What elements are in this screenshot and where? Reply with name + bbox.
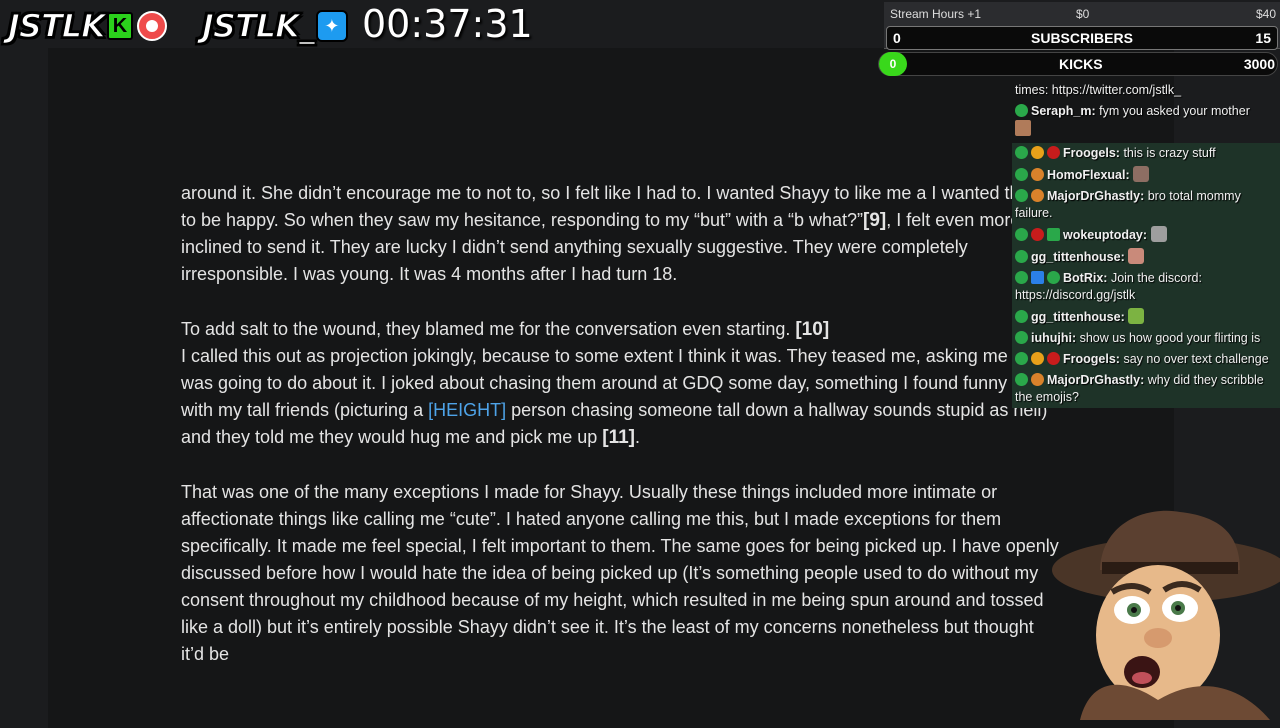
chat-message: MajorDrGhastly: bro total mommy failure. [1012, 186, 1280, 224]
chat-message: Froogels: this is crazy stuff [1012, 143, 1280, 164]
chat-username[interactable]: Froogels: [1063, 352, 1120, 366]
reference-9[interactable]: [9] [863, 210, 886, 231]
red-badge-icon [1047, 352, 1060, 365]
chat-username[interactable]: MajorDrGhastly: [1047, 373, 1144, 387]
reference-11[interactable]: [11] [602, 427, 635, 448]
stream-timer: 00:37:31 [362, 2, 533, 46]
kick-badge-icon [1015, 146, 1028, 159]
chat-username[interactable]: BotRix: [1063, 271, 1107, 285]
chat-text: show us how good your flirting is [1079, 331, 1261, 345]
height-link[interactable]: [HEIGHT] [428, 400, 506, 420]
verified-badge-icon [1047, 271, 1060, 284]
kick-badge-icon [1015, 104, 1028, 117]
chat-message: Froogels: say no over text challenge [1012, 349, 1280, 370]
orange-badge-icon [1031, 373, 1044, 386]
kick-icon: K [106, 12, 133, 40]
kick-badge-icon [1015, 189, 1028, 202]
red-badge-icon [1047, 146, 1060, 159]
orange-badge-icon [1031, 189, 1044, 202]
exclamation-badge-icon [1031, 146, 1044, 159]
chat-message: gg_tittenhouse: [1012, 306, 1280, 328]
gift-badge-icon [1047, 228, 1060, 241]
kick-logo: JSTLK K [7, 6, 167, 46]
bot-badge-icon [1031, 271, 1044, 284]
kick-badge-icon [1015, 331, 1028, 344]
logo-text: JSTLK_ [201, 6, 315, 46]
chat-message: HomoFlexual: [1012, 164, 1280, 186]
exclamation-badge-icon [1031, 352, 1044, 365]
chat-message: BotRix: Join the discord: https://discor… [1012, 268, 1280, 306]
kicks-progress-fill: 0 [879, 52, 907, 76]
chat-username[interactable]: gg_tittenhouse: [1031, 310, 1125, 324]
chat-text: fym you asked your mother [1099, 104, 1250, 118]
twitter-bird-icon: ✦ [315, 10, 348, 42]
chat-panel: times: https://twitter.com/jstlk_ Seraph… [1012, 80, 1280, 440]
kick-badge-icon [1015, 352, 1028, 365]
kicks-goal-bar: 0 KICKS 3000 [878, 52, 1278, 76]
emote-icon [1128, 248, 1145, 264]
paragraph-1: around it. She didn’t encourage me to no… [181, 180, 1061, 288]
red-badge-icon [1031, 228, 1044, 241]
webcam-avatar [1040, 500, 1280, 720]
emote-icon [1150, 226, 1167, 242]
subs-label: SUBSCRIBERS [1031, 30, 1133, 46]
chat-message: MajorDrGhastly: why did they scribble th… [1012, 370, 1280, 408]
emote-icon [1128, 308, 1145, 324]
subs-target: 15 [1255, 30, 1271, 46]
chat-text: this is crazy stuff [1123, 146, 1216, 160]
chat-username[interactable]: gg_tittenhouse: [1031, 250, 1125, 264]
goals-panel: Stream Hours +1 $0 $40 0 SUBSCRIBERS 15 [884, 2, 1280, 50]
goal-max: $40 [1255, 7, 1276, 21]
document-body: around it. She didn’t encourage me to no… [181, 180, 1061, 696]
subs-current: 0 [893, 30, 901, 46]
kick-badge-icon [1015, 168, 1028, 181]
chat-username[interactable]: Froogels: [1063, 146, 1120, 160]
chat-message: Seraph_m: fym you asked your mother [1012, 101, 1280, 143]
chat-message: wokeuptoday: [1012, 224, 1280, 246]
chat-text: say no over text challenge [1123, 352, 1269, 366]
emote-icon [1015, 120, 1031, 136]
paragraph-2: To add salt to the wound, they blamed me… [181, 316, 1061, 451]
kick-badge-icon [1015, 250, 1028, 263]
paragraph-text: To add salt to the wound, they blamed me… [181, 319, 796, 339]
kick-badge-icon [1015, 228, 1028, 241]
chat-text: times: https://twitter.com/jstlk_ [1015, 83, 1182, 97]
donation-goal: Stream Hours +1 $0 $40 [884, 2, 1280, 24]
twitter-logo: JSTLK_ ✦ [201, 6, 348, 46]
goal-min: $0 [1076, 7, 1090, 21]
goal-label: Stream Hours +1 [890, 7, 982, 21]
chat-username[interactable]: MajorDrGhastly: [1047, 189, 1144, 203]
subscribers-goal-bar: 0 SUBSCRIBERS 15 [886, 26, 1278, 50]
reference-10[interactable]: [10] [795, 319, 829, 340]
kick-badge-icon [1015, 373, 1028, 386]
kicks-label: KICKS [1059, 56, 1103, 72]
kick-badge-icon [1015, 310, 1028, 323]
cartoon-detective-avatar [1052, 510, 1280, 720]
logo-text: JSTLK [7, 6, 106, 46]
chat-username[interactable]: wokeuptoday: [1063, 228, 1147, 242]
chat-message: times: https://twitter.com/jstlk_ [1012, 80, 1280, 101]
kick-badge-icon [1015, 271, 1028, 284]
paragraph-3: That was one of the many exceptions I ma… [181, 482, 1059, 664]
chat-username[interactable]: iuhujhi: [1031, 331, 1076, 345]
kicks-target: 3000 [1243, 56, 1275, 72]
chat-message: gg_tittenhouse: [1012, 246, 1280, 268]
chat-message: iuhujhi: show us how good your flirting … [1012, 328, 1280, 349]
chat-username[interactable]: HomoFlexual: [1047, 168, 1130, 182]
chat-username[interactable]: Seraph_m: [1031, 104, 1096, 118]
record-icon [136, 11, 167, 41]
paragraph-text: . [635, 427, 641, 447]
emote-icon [1133, 166, 1150, 182]
orange-badge-icon [1031, 168, 1044, 181]
